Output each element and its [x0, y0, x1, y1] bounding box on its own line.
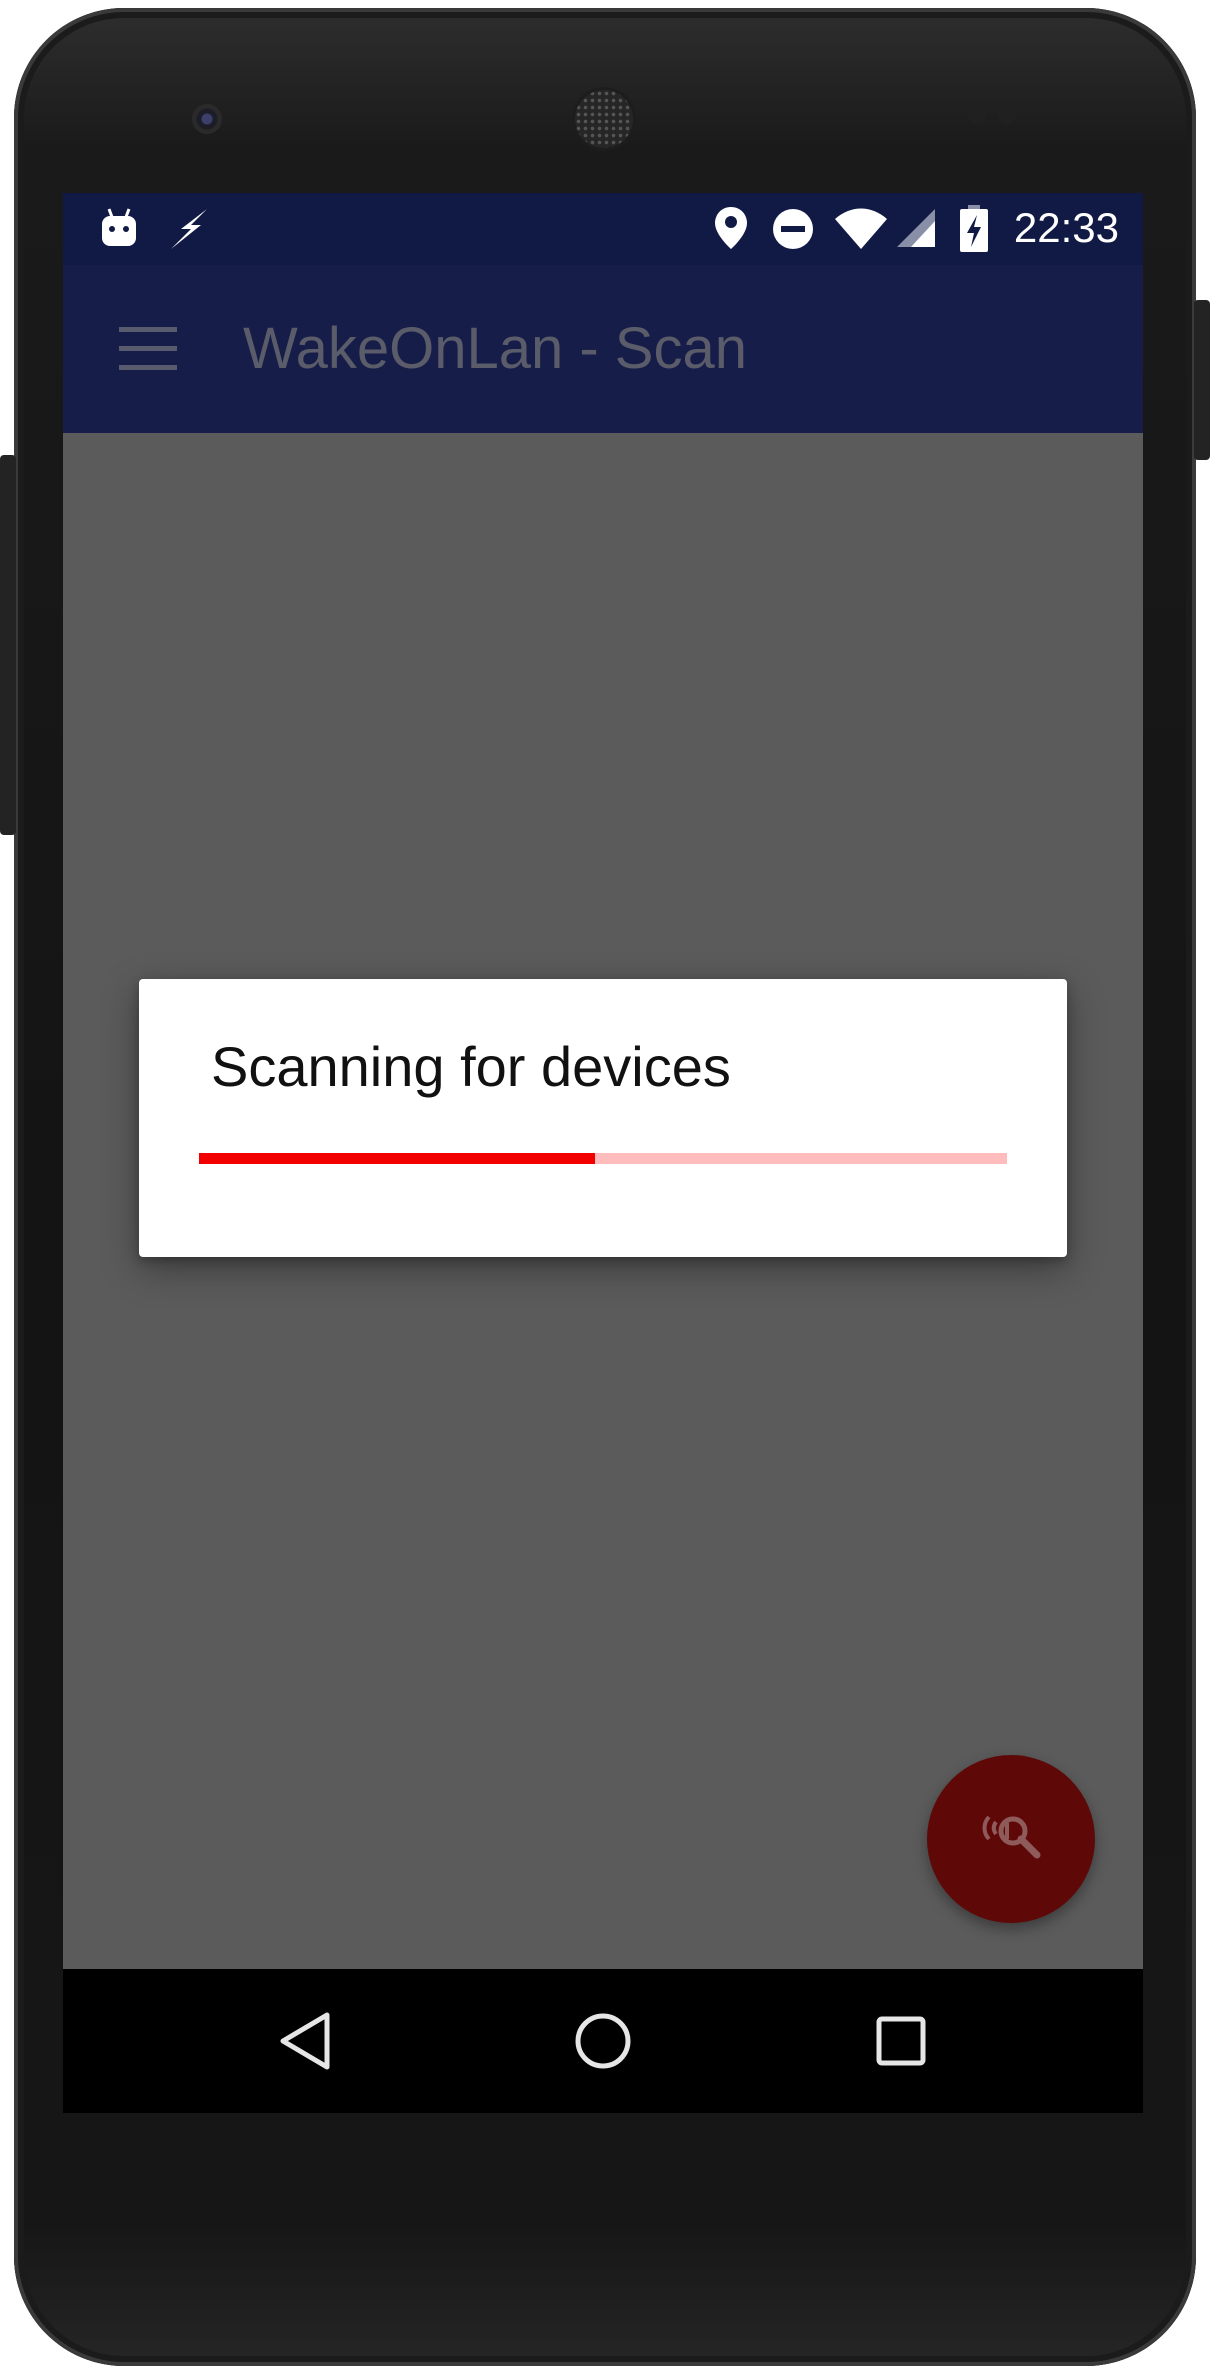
volume-button	[0, 455, 16, 835]
front-camera	[192, 104, 222, 134]
scan-fab-button[interactable]	[927, 1755, 1095, 1923]
android-notification-icon	[99, 207, 139, 255]
earpiece-speaker	[575, 90, 633, 148]
home-icon	[575, 2013, 631, 2069]
home-button[interactable]	[567, 2005, 639, 2077]
back-button[interactable]	[269, 2005, 341, 2077]
recents-icon	[876, 2016, 926, 2066]
cell-signal-icon	[893, 207, 937, 253]
recents-button[interactable]	[865, 2005, 937, 2077]
status-bar: 22:33	[63, 193, 1143, 265]
navigation-bar	[63, 1969, 1143, 2113]
progress-bar-fill	[199, 1153, 595, 1164]
power-button	[1194, 300, 1210, 460]
battery-charging-icon	[959, 205, 989, 257]
back-icon	[280, 2012, 330, 2070]
app-title: WakeOnLan - Scan	[243, 316, 747, 381]
location-icon	[713, 205, 749, 255]
flash-icon	[167, 207, 213, 255]
wifi-icon	[833, 207, 889, 253]
status-time: 22:33	[1013, 204, 1119, 251]
dialog-title: Scanning for devices	[211, 1035, 731, 1098]
proximity-sensors	[968, 106, 1028, 126]
progress-bar	[199, 1153, 1007, 1164]
network-scan-icon	[979, 1809, 1043, 1869]
scanning-dialog: Scanning for devices	[139, 979, 1067, 1257]
do-not-disturb-icon	[771, 207, 815, 255]
screen: 22:33 WakeOnLan - Scan Scanning for devi…	[63, 193, 1143, 2113]
hamburger-menu-icon[interactable]	[119, 327, 177, 371]
app-bar: WakeOnLan - Scan	[63, 265, 1143, 433]
